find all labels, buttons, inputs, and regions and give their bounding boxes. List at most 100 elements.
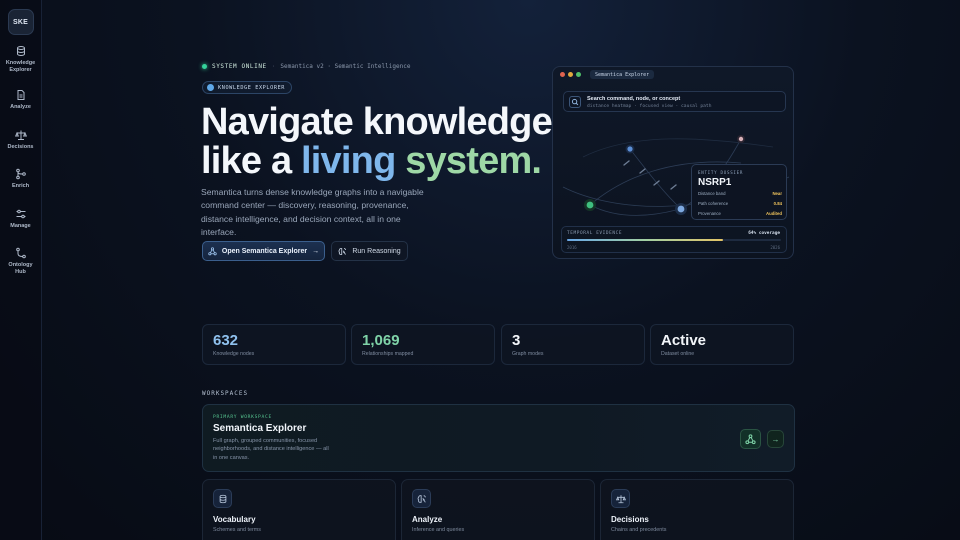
badge-label: KNOWLEDGE EXPLORER [218, 84, 286, 91]
sidebar-item-label: Decisions [7, 143, 34, 150]
sidebar-item-ontology-hub[interactable]: Ontology Hub [0, 247, 42, 275]
dossier-row: Provenance Audited [698, 211, 782, 216]
card-title: Decisions [611, 515, 649, 524]
workspace-card-vocabulary[interactable]: Vocabulary Schemes and terms [202, 479, 396, 540]
temporal-end-year: 2026 [770, 245, 780, 250]
stat-card-dataset: Active Dataset online [650, 324, 794, 365]
explorer-preview: Semantica Explorer Search command, node,… [552, 66, 794, 259]
open-explorer-button[interactable]: Open Semantica Explorer → [202, 241, 325, 261]
primary-workspace-title: Semantica Explorer [213, 423, 307, 434]
entity-dossier[interactable]: ENTITY DOSSIER NSRP1 Distance band Near … [691, 164, 787, 220]
dossier-header: ENTITY DOSSIER [698, 170, 744, 175]
sidebar-item-label: Enrich [11, 183, 30, 189]
graph-dashes [623, 160, 677, 190]
page-title: Navigate knowledge like a living system. [201, 101, 553, 182]
status-line: SYSTEM ONLINE · Semantica v2 · Semantic … [202, 63, 410, 70]
stat-card-knowledge-nodes: 632 Knowledge nodes [202, 324, 346, 365]
window-title: Semantica Explorer [590, 70, 655, 79]
workspace-graph-button[interactable] [740, 429, 761, 449]
document-icon [17, 90, 24, 100]
temporal-coverage: 64% coverage [748, 231, 780, 236]
graph-node [586, 201, 594, 209]
temporal-evidence: TEMPORAL EVIDENCE 64% coverage 2016 2026 [561, 226, 787, 253]
primary-workspace-description: Full graph, grouped communities, focused… [213, 438, 329, 461]
stat-label: Knowledge nodes [213, 351, 255, 357]
card-icon-box [412, 489, 431, 508]
temporal-fill [567, 239, 724, 241]
graph-dash [670, 184, 677, 190]
brain-icon [417, 494, 426, 503]
app-logo[interactable]: SKE [7, 9, 34, 35]
stat-label: Relationships mapped [362, 351, 414, 357]
sidebar-item-decisions[interactable]: Decisions [0, 129, 42, 151]
workspace-card-decisions[interactable]: Decisions Chains and precedents [600, 479, 794, 540]
run-reasoning-label: Run Reasoning [352, 247, 401, 255]
search-hint: distance heatmap · focused view · causal… [587, 104, 712, 109]
search-icon [569, 96, 581, 108]
primary-workspace-tag: PRIMARY WORKSPACE [213, 415, 272, 420]
database-icon [219, 494, 226, 503]
git-branch-icon [15, 247, 26, 259]
primary-workspace-card[interactable]: PRIMARY WORKSPACE Semantica Explorer Ful… [202, 404, 795, 472]
dossier-row-value: Audited [766, 211, 782, 216]
card-icon-box [611, 489, 630, 508]
hero-description: Semantica turns dense knowledge graphs i… [201, 187, 424, 238]
card-subtitle: Chains and precedents [611, 527, 667, 533]
graph-dash [639, 168, 646, 174]
title-line-1: Navigate knowledge [201, 101, 553, 143]
sliders-icon [16, 209, 25, 218]
card-icon-box [213, 489, 232, 508]
section-badge: KNOWLEDGE EXPLORER [202, 81, 293, 94]
open-workspace-arrow-button[interactable]: → [767, 430, 784, 448]
database-icon [16, 46, 25, 57]
stat-value: Active [661, 332, 707, 349]
workspaces-heading: WORKSPACES [202, 390, 249, 397]
open-explorer-label: Open Semantica Explorer [221, 247, 308, 255]
dossier-row-value: 0.84 [773, 201, 782, 206]
sidebar-item-label: Knowledge Explorer [5, 60, 36, 73]
workspace-card-analyze[interactable]: Analyze Inference and queries [401, 479, 595, 540]
window-titlebar: Semantica Explorer [553, 67, 793, 82]
dossier-row: Distance band Near [698, 191, 782, 196]
graph-node [738, 136, 744, 142]
dossier-row-value: Near [772, 191, 782, 196]
status-dot [202, 64, 207, 69]
scale-icon [615, 494, 626, 503]
graph-node [677, 205, 685, 213]
status-text: SYSTEM ONLINE [212, 63, 267, 70]
temporal-start-year: 2016 [567, 245, 577, 250]
badge-dot-icon [207, 84, 214, 91]
arrow-right-icon: → [771, 434, 780, 444]
temporal-track [567, 239, 781, 241]
search-title: Search command, node, or concept [587, 96, 681, 102]
sidebar-item-knowledge-explorer[interactable]: Knowledge Explorer [0, 45, 42, 73]
graph-edge [582, 138, 774, 158]
arrow-right-icon: → [312, 247, 320, 255]
sidebar-item-analyze[interactable]: Analyze [0, 89, 42, 111]
card-title: Analyze [412, 515, 443, 524]
graph-edge [629, 148, 682, 210]
window-minimize-dot [568, 72, 573, 77]
graph-icon [745, 433, 756, 444]
stat-value: 632 [213, 332, 239, 349]
stat-value: 3 [512, 332, 521, 349]
sidebar-item-manage[interactable]: Manage [0, 208, 42, 230]
title-system: system. [405, 140, 542, 182]
window-close-dot [560, 72, 565, 77]
dossier-row-label: Path coherence [698, 201, 729, 206]
sidebar-item-enrich[interactable]: Enrich [0, 168, 42, 190]
stat-value: 1,069 [362, 332, 400, 349]
dossier-row-label: Distance band [698, 191, 726, 196]
stat-card-graph-modes: 3 Graph modes [501, 324, 645, 365]
command-search[interactable]: Search command, node, or concept distanc… [563, 91, 786, 112]
dossier-row-label: Provenance [698, 211, 721, 216]
status-separator: · [271, 63, 276, 70]
stat-label: Dataset online [661, 351, 695, 357]
card-subtitle: Schemes and terms [213, 527, 261, 533]
run-reasoning-button[interactable]: Run Reasoning [331, 241, 408, 261]
sidebar-item-label: Ontology Hub [8, 262, 33, 275]
scale-icon [14, 130, 27, 140]
dossier-entity-name: NSRP1 [698, 177, 732, 188]
sidebar-item-label: Analyze [10, 104, 31, 110]
graph-icon [208, 246, 217, 255]
